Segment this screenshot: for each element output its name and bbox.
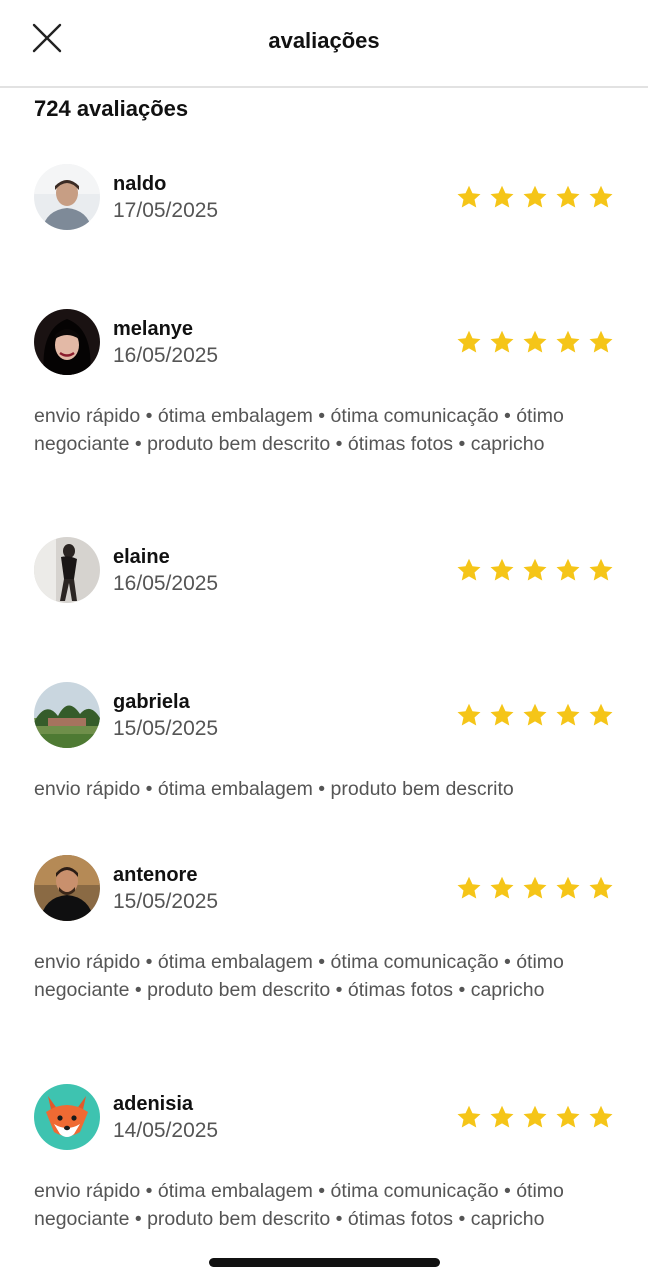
avatar[interactable] bbox=[34, 537, 100, 603]
star-icon bbox=[555, 873, 588, 903]
star-icon bbox=[489, 700, 522, 730]
star-icon bbox=[489, 327, 522, 357]
star-icon bbox=[456, 555, 489, 585]
review-username[interactable]: antenore bbox=[113, 864, 197, 887]
star-rating bbox=[456, 327, 621, 357]
page-title: avaliações bbox=[268, 28, 380, 53]
review-tags: envio rápido • ótima embalagem • produto… bbox=[34, 778, 514, 800]
star-icon bbox=[522, 1102, 555, 1132]
review-date: 16/05/2025 bbox=[113, 344, 219, 367]
review-date: 14/05/2025 bbox=[113, 1119, 219, 1142]
star-icon bbox=[555, 555, 588, 585]
avatar[interactable] bbox=[34, 164, 100, 230]
star-icon bbox=[522, 700, 555, 730]
avatar[interactable] bbox=[34, 309, 100, 375]
avatar[interactable] bbox=[34, 1084, 100, 1150]
review-username[interactable]: gabriela bbox=[113, 691, 190, 714]
fox-avatar-icon bbox=[34, 1084, 100, 1150]
review-date: 17/05/2025 bbox=[113, 199, 219, 222]
star-icon bbox=[555, 327, 588, 357]
review-username[interactable]: adenisia bbox=[113, 1093, 193, 1116]
review-date: 15/05/2025 bbox=[113, 717, 219, 740]
star-icon bbox=[489, 182, 522, 212]
reviews-count: 724 avaliações bbox=[34, 96, 189, 121]
home-indicator[interactable] bbox=[209, 1258, 440, 1267]
star-rating bbox=[456, 700, 621, 730]
star-icon bbox=[588, 182, 621, 212]
star-icon bbox=[456, 327, 489, 357]
star-icon bbox=[555, 700, 588, 730]
avatar[interactable] bbox=[34, 682, 100, 748]
star-rating bbox=[456, 555, 621, 585]
avatar[interactable] bbox=[34, 855, 100, 921]
review-tags: envio rápido • ótima embalagem • ótima c… bbox=[34, 405, 564, 455]
review-username[interactable]: melanye bbox=[113, 318, 193, 341]
star-icon bbox=[588, 873, 621, 903]
star-icon bbox=[555, 182, 588, 212]
star-icon bbox=[489, 873, 522, 903]
star-rating bbox=[456, 182, 621, 212]
star-icon bbox=[489, 1102, 522, 1132]
star-icon bbox=[489, 555, 522, 585]
review-username[interactable]: naldo bbox=[113, 173, 166, 196]
star-rating bbox=[456, 873, 621, 903]
star-icon bbox=[456, 700, 489, 730]
star-icon bbox=[456, 182, 489, 212]
star-icon bbox=[522, 182, 555, 212]
star-icon bbox=[522, 873, 555, 903]
star-icon bbox=[522, 327, 555, 357]
review-tags: envio rápido • ótima embalagem • ótima c… bbox=[34, 951, 564, 1001]
review-username[interactable]: elaine bbox=[113, 546, 170, 569]
star-icon bbox=[522, 555, 555, 585]
top-bar: avaliações bbox=[0, 0, 648, 88]
star-icon bbox=[588, 327, 621, 357]
review-tags: envio rápido • ótima embalagem • ótima c… bbox=[34, 1180, 564, 1230]
star-icon bbox=[588, 1102, 621, 1132]
star-icon bbox=[456, 873, 489, 903]
review-date: 15/05/2025 bbox=[113, 890, 219, 913]
star-icon bbox=[456, 1102, 489, 1132]
star-icon bbox=[588, 700, 621, 730]
star-rating bbox=[456, 1102, 621, 1132]
star-icon bbox=[555, 1102, 588, 1132]
review-date: 16/05/2025 bbox=[113, 572, 219, 595]
star-icon bbox=[588, 555, 621, 585]
